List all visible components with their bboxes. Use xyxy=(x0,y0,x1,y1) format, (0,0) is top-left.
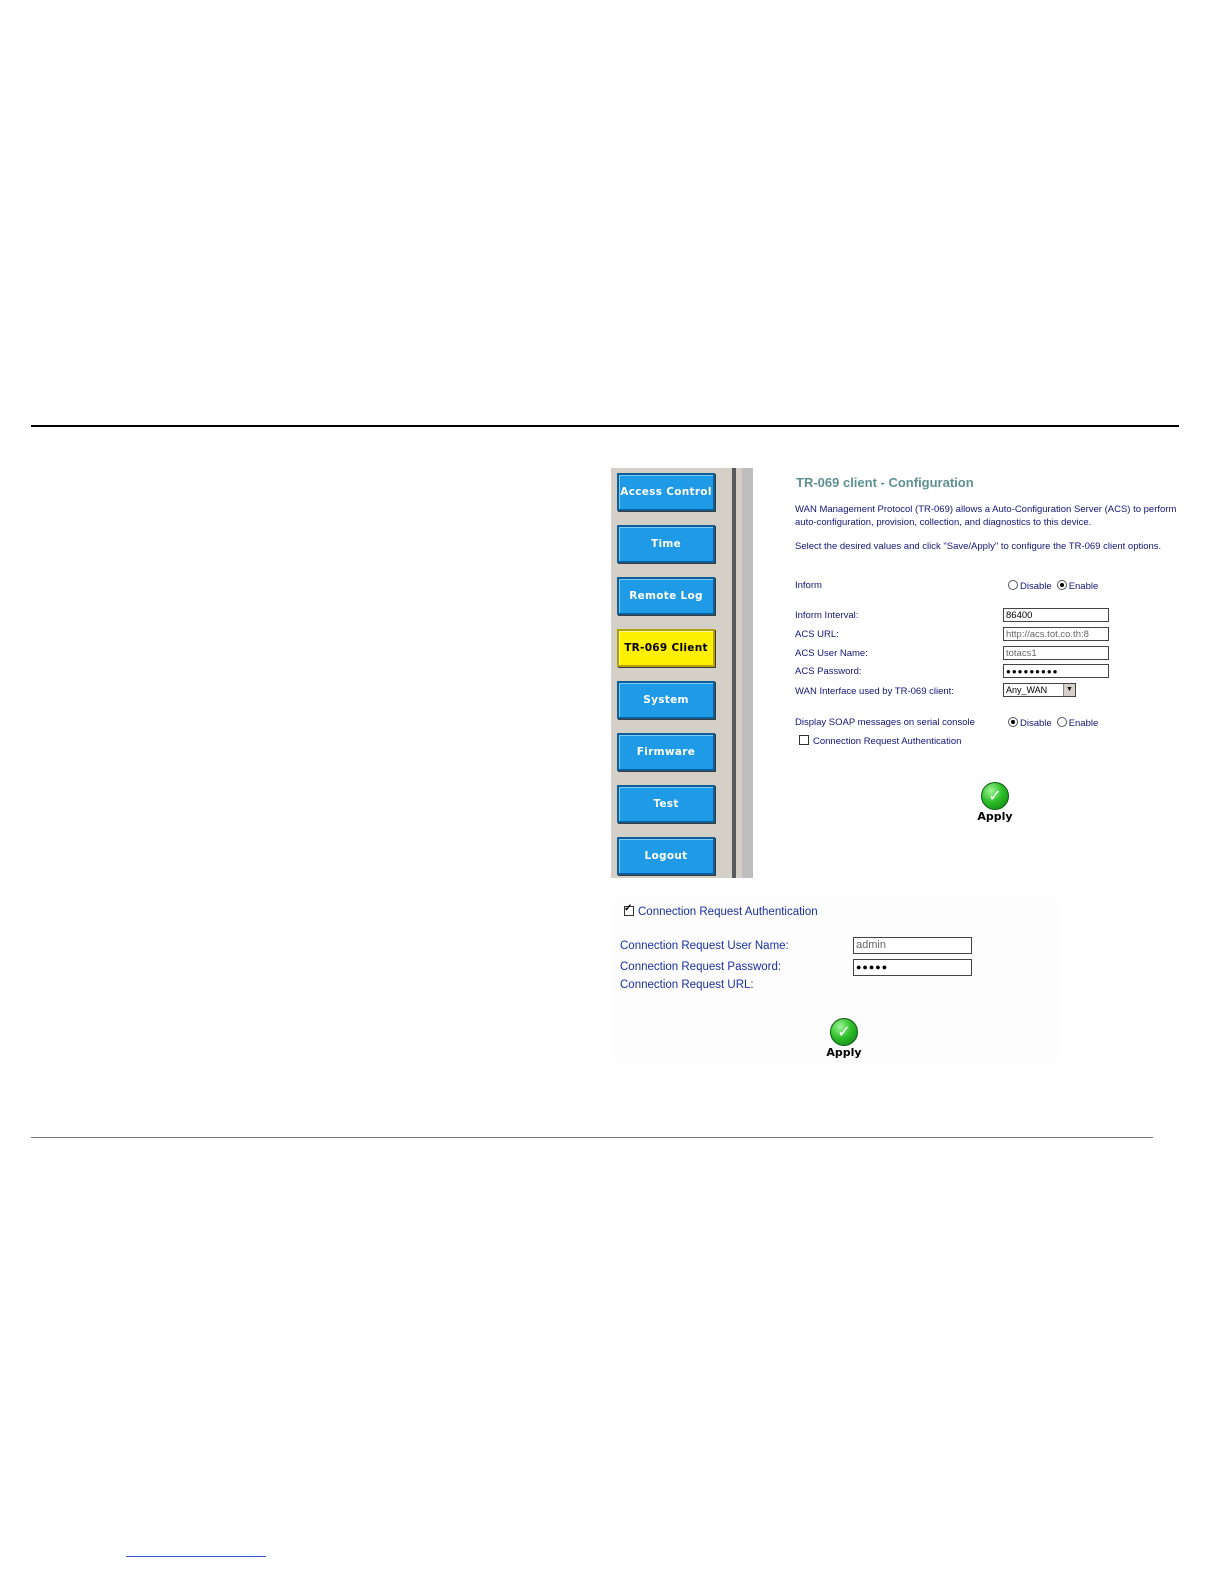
acs-user-field[interactable]: totacs1 xyxy=(1003,646,1109,660)
config-panel: TR-069 client - Configuration WAN Manage… xyxy=(795,468,1188,878)
top-rule xyxy=(31,425,1179,427)
inform-enable-radio[interactable] xyxy=(1056,580,1067,590)
tr069-config-screenshot: Access Control Time Remote Log TR-069 Cl… xyxy=(611,468,1188,878)
apply-label: Apply xyxy=(826,1046,862,1059)
sidebar-nav: Access Control Time Remote Log TR-069 Cl… xyxy=(611,468,742,878)
inform-radio-group: Disable Enable xyxy=(1008,580,1103,592)
soap-disable-option[interactable]: Disable xyxy=(1008,717,1052,729)
inform-label: Inform xyxy=(795,580,822,591)
conn-auth-option[interactable]: Connection Request Authentication xyxy=(624,903,818,918)
wan-interface-value: Any_WAN xyxy=(1006,685,1048,695)
footer-link-underline xyxy=(126,1556,266,1557)
conn-url-label: Connection Request URL: xyxy=(620,979,754,991)
frame-divider xyxy=(742,468,753,878)
instructions-text: Select the desired values and click "Sav… xyxy=(795,541,1162,552)
conn-password-field[interactable]: ●●●●● xyxy=(853,959,972,976)
inform-disable-label: Disable xyxy=(1020,581,1052,592)
soap-enable-option[interactable]: Enable xyxy=(1056,717,1099,729)
soap-label: Display SOAP messages on serial console xyxy=(795,717,975,728)
acs-password-field[interactable]: ●●●●●●●●● xyxy=(1003,664,1109,678)
intro-text: WAN Management Protocol (TR-069) allows … xyxy=(795,504,1177,528)
conn-user-label: Connection Request User Name: xyxy=(620,940,789,952)
apply-label: Apply xyxy=(977,810,1013,823)
chevron-down-icon[interactable]: ▼ xyxy=(1063,684,1075,696)
nav-firmware[interactable]: Firmware xyxy=(617,733,715,771)
acs-url-label: ACS URL: xyxy=(795,629,839,640)
checkmark-icon: ✓ xyxy=(830,1018,858,1046)
conn-auth-checkbox[interactable] xyxy=(799,735,809,745)
checkmark-icon: ✓ xyxy=(981,782,1009,810)
nav-logout[interactable]: Logout xyxy=(617,837,715,875)
inform-interval-label: Inform Interval: xyxy=(795,610,859,621)
nav-remote-log[interactable]: Remote Log xyxy=(617,577,715,615)
inform-enable-label: Enable xyxy=(1068,581,1099,592)
soap-enable-radio[interactable] xyxy=(1056,717,1067,727)
conn-user-field[interactable]: admin xyxy=(853,937,972,954)
page-title: TR-069 client - Configuration xyxy=(796,475,974,490)
acs-user-label: ACS User Name: xyxy=(795,648,868,659)
conn-auth-label: Connection Request Authentication xyxy=(813,736,962,747)
inform-disable-radio[interactable] xyxy=(1008,580,1018,590)
conn-auth-screenshot: Connection Request Authentication Connec… xyxy=(612,898,1060,1062)
inform-enable-option[interactable]: Enable xyxy=(1056,580,1099,592)
acs-url-field[interactable]: http://acs.tot.co.th:8 xyxy=(1003,627,1109,641)
conn-auth-option[interactable]: Connection Request Authentication xyxy=(799,735,961,747)
soap-enable-label: Enable xyxy=(1068,718,1099,729)
inform-interval-field[interactable]: 86400 xyxy=(1003,608,1109,622)
wan-interface-select[interactable]: Any_WAN ▼ xyxy=(1003,683,1076,697)
conn-password-label: Connection Request Password: xyxy=(620,961,782,973)
acs-password-label: ACS Password: xyxy=(795,666,862,677)
nav-time[interactable]: Time xyxy=(617,525,715,563)
nav-test[interactable]: Test xyxy=(617,785,715,823)
inform-disable-option[interactable]: Disable xyxy=(1008,580,1052,592)
bottom-rule xyxy=(31,1137,1153,1138)
soap-radio-group: Disable Enable xyxy=(1008,717,1103,729)
nav-system[interactable]: System xyxy=(617,681,715,719)
apply-button[interactable]: ✓ Apply xyxy=(975,782,1015,823)
soap-disable-radio[interactable] xyxy=(1008,717,1018,727)
conn-auth-label: Connection Request Authentication xyxy=(638,906,818,918)
wan-interface-label: WAN Interface used by TR-069 client: xyxy=(795,686,954,697)
nav-tr069-client[interactable]: TR-069 Client xyxy=(617,629,715,667)
nav-divider xyxy=(732,468,736,878)
soap-disable-label: Disable xyxy=(1020,718,1052,729)
nav-access-control[interactable]: Access Control xyxy=(617,473,715,511)
apply-button[interactable]: ✓ Apply xyxy=(824,1018,864,1059)
conn-auth-checkbox[interactable] xyxy=(624,903,634,916)
